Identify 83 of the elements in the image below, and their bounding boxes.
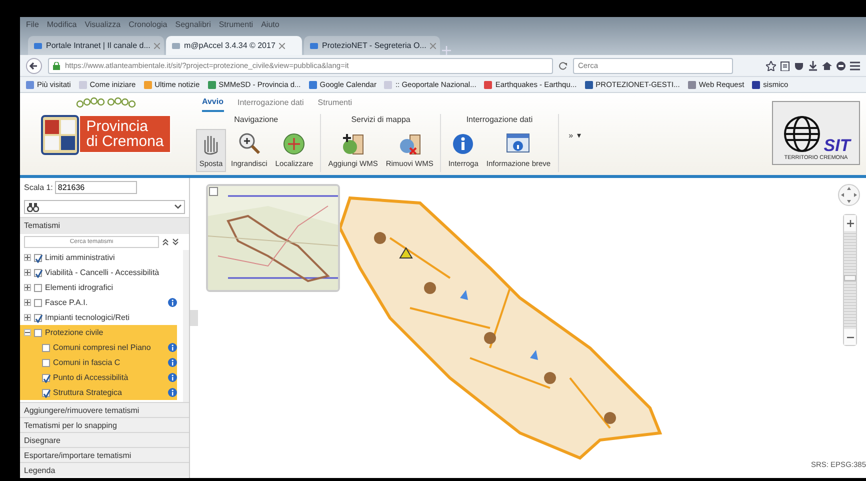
expand-toggle[interactable] [24, 314, 31, 321]
reload-icon[interactable] [559, 62, 567, 70]
expand-toggle[interactable] [24, 284, 31, 291]
checkbox[interactable] [42, 344, 50, 352]
info-icon[interactable] [168, 298, 177, 307]
layer-label[interactable]: Punto di Accessibilità [53, 372, 128, 384]
checkbox[interactable] [42, 358, 50, 366]
menu-item[interactable]: Visualizza [84, 19, 121, 29]
info-icon[interactable] [168, 388, 177, 397]
lock-icon [53, 62, 60, 70]
layer-label[interactable]: Fasce P.A.I. [45, 296, 88, 308]
crest-icon [41, 112, 80, 156]
scale-label: Scala 1: [24, 182, 53, 194]
checkbox[interactable] [34, 268, 42, 276]
layer-label[interactable]: Viabilità - Cancelli - Accessibilità [45, 266, 160, 278]
expand-toggle[interactable] [24, 269, 31, 276]
info-icon[interactable] [168, 358, 177, 367]
menu-item[interactable]: Cronologia [128, 19, 168, 29]
checkbox[interactable] [34, 314, 42, 322]
accordion-header[interactable]: Disegnare [20, 432, 189, 447]
caret-icon[interactable]: ▾ [577, 130, 582, 142]
search-combo[interactable] [24, 200, 185, 214]
pocket-icon[interactable] [794, 60, 804, 70]
menu-item[interactable]: Modifica [46, 19, 77, 29]
menu-icon[interactable] [850, 60, 860, 70]
browser-tab[interactable]: m@pAccel 3.4.34 © 2017 [166, 36, 302, 55]
browser-tab[interactable]: Portale Intranet | Il canale d... [28, 36, 164, 55]
checkbox[interactable] [34, 284, 42, 292]
menu-item[interactable]: File [26, 19, 39, 29]
layer-label[interactable]: Comuni compresi nel Piano [53, 342, 151, 354]
layer-label[interactable]: Impianti tecnologici/Reti [45, 312, 130, 324]
accordion-header[interactable]: Esportare/importare tematismi [20, 447, 189, 462]
layer-label[interactable]: Struttura Strategica [53, 386, 122, 398]
tab-icon [310, 42, 318, 50]
remove-layer-icon [398, 132, 422, 156]
checkbox[interactable] [34, 328, 42, 336]
menu-item[interactable]: Aiuto [261, 19, 280, 29]
ribbon-tab[interactable]: Interrogazione dati [238, 96, 304, 112]
ribbon-tab[interactable]: Strumenti [318, 96, 352, 112]
expand-toggle[interactable] [24, 299, 31, 306]
checkbox[interactable] [34, 298, 42, 306]
accordion-header[interactable]: Aggiungere/rimuovere tematismi [20, 402, 189, 417]
more-button[interactable]: » [568, 130, 574, 142]
binoculars-icon [27, 202, 39, 212]
info-icon [451, 132, 476, 156]
close-icon[interactable] [279, 42, 286, 48]
download-icon[interactable] [808, 60, 818, 70]
crosshair-globe-icon [282, 132, 306, 156]
bookmark-star-icon[interactable] [766, 60, 776, 70]
group-title: Interrogazione dati [466, 114, 533, 126]
checkbox[interactable] [42, 374, 50, 382]
back-icon[interactable] [26, 58, 42, 74]
expand-toggle[interactable] [24, 254, 31, 261]
browser-tab[interactable]: ProtezioNET - Segreteria O... [304, 36, 440, 55]
expand-all-icon[interactable] [172, 238, 179, 246]
layer-label[interactable]: Comuni in fascia C [53, 356, 120, 368]
checkbox[interactable] [34, 254, 42, 262]
panel-header[interactable]: Tematismi [20, 217, 189, 234]
layer-label[interactable]: Limiti amministrativi [45, 252, 115, 264]
menu-item[interactable]: Strumenti [218, 19, 254, 29]
checkbox[interactable] [42, 388, 50, 396]
info-icon[interactable] [168, 373, 177, 382]
chat-icon[interactable] [836, 60, 846, 70]
accordion-header[interactable]: Legenda [20, 462, 189, 477]
accordion-header[interactable]: Tematismi per lo snapping [20, 417, 189, 432]
expand-toggle[interactable] [24, 329, 31, 336]
group-title: Navigazione [234, 114, 278, 126]
dropdown-icon [174, 204, 182, 210]
layer-label[interactable]: Elementi idrografici [45, 282, 114, 294]
tab-icon [34, 42, 42, 50]
tab-icon [172, 42, 180, 50]
menu-item[interactable]: Segnalibri [175, 19, 211, 29]
scale-field[interactable]: 821636 [54, 181, 137, 194]
add-layer-icon [341, 132, 366, 156]
clipboard-icon[interactable] [780, 60, 790, 70]
logo-title: Provincia di Cremona [79, 115, 171, 153]
collapse-all-icon[interactable] [162, 238, 169, 246]
ribbon-tab[interactable]: Avvio [202, 96, 224, 112]
layer-label[interactable]: Protezione civile [45, 326, 104, 338]
group-title: Servizi di mappa [351, 114, 410, 126]
home-icon[interactable] [822, 60, 832, 70]
info-icon[interactable] [168, 343, 177, 352]
zoom-in-icon [237, 132, 262, 156]
